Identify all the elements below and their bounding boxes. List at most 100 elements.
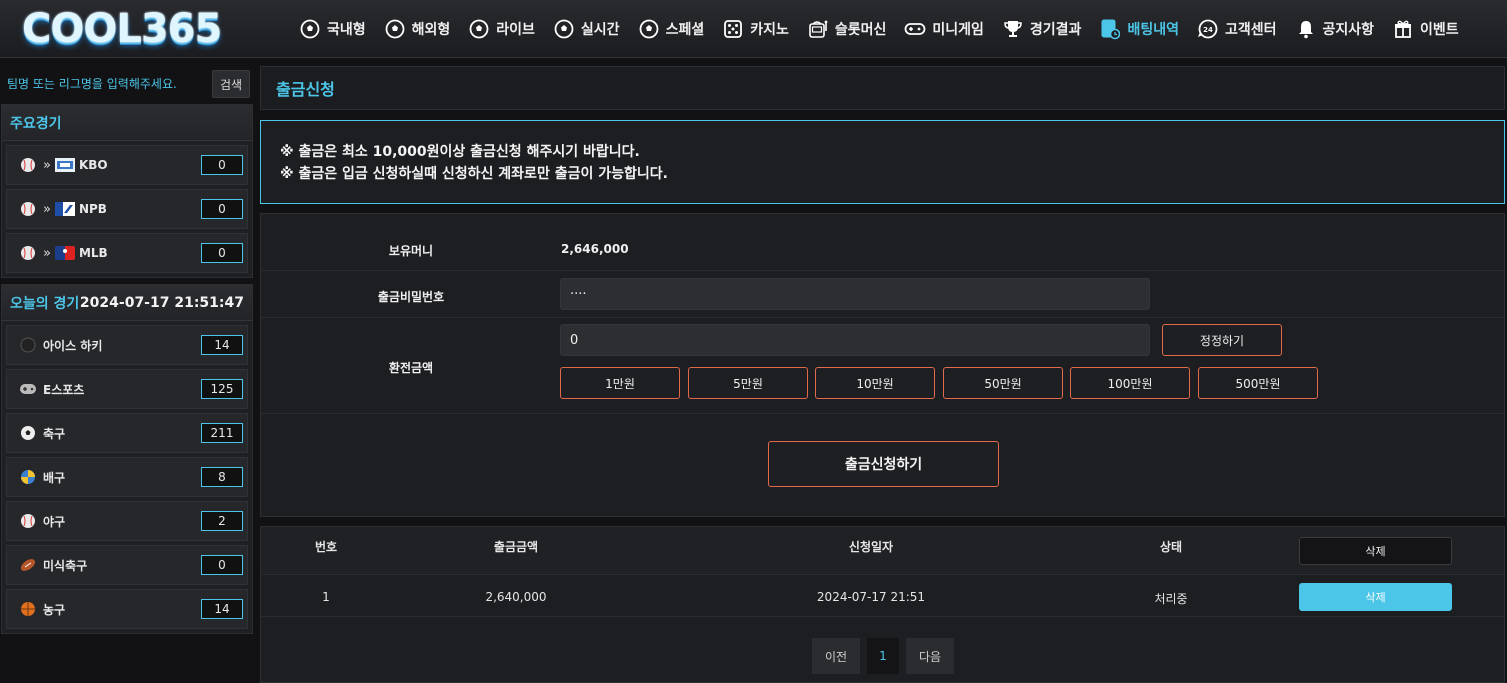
row-amount: 2,640,000 xyxy=(485,590,547,604)
team-search: 검색 xyxy=(0,66,254,102)
sport-name: 아이스 하키 xyxy=(43,338,103,353)
baseball-icon xyxy=(19,200,37,218)
table-row: 1 2,640,000 2024-07-17 21:51 처리중 삭제 xyxy=(261,575,1504,617)
baseball-icon xyxy=(19,156,37,174)
nav-results[interactable]: 경기결과 xyxy=(993,0,1091,58)
delete-row-button[interactable]: 삭제 xyxy=(1299,583,1452,611)
game-count-badge: 0 xyxy=(201,199,243,219)
sport-item-esports[interactable]: E스포츠 125 xyxy=(6,369,248,409)
featured-games-header: 주요경기 xyxy=(2,105,252,141)
nav-special[interactable]: 스페셜 xyxy=(629,0,714,58)
amount-row: 환전금액 정정하기 1만원 5만원 10만원 50만원 100만원 500만원 xyxy=(261,318,1504,414)
nav-support[interactable]: 24 고객센터 xyxy=(1188,0,1286,58)
search-button[interactable]: 검색 xyxy=(212,70,250,98)
quick-amount-100k-button[interactable]: 10만원 xyxy=(815,367,935,399)
slot-machine-icon xyxy=(807,18,829,40)
prev-page-button[interactable]: 이전 xyxy=(812,638,860,674)
withdraw-form: 보유머니 2,646,000 출금비밀번호 환전금액 정정하기 1만원 5만원 … xyxy=(260,213,1505,517)
nav-notice[interactable]: 공지사항 xyxy=(1286,0,1384,58)
bell-icon xyxy=(1295,18,1317,40)
today-games-header: 오늘의 경기 2024-07-17 21:51:47 xyxy=(2,285,252,321)
featured-item-npb[interactable]: » NPB 0 xyxy=(6,189,248,229)
page-title-bar: 출금신청 xyxy=(260,66,1505,110)
main-content: 출금신청 ※ 출금은 최소 10,000원이상 출금신청 해주시기 바랍니다. … xyxy=(260,66,1505,683)
notice-line: ※ 출금은 최소 10,000원이상 출금신청 해주시기 바랍니다. xyxy=(280,144,640,160)
sport-item-soccer[interactable]: 축구 211 xyxy=(6,413,248,453)
double-chevron-icon: » xyxy=(43,157,51,173)
page-title: 출금신청 xyxy=(276,80,335,99)
sport-name: 미식축구 xyxy=(43,558,88,573)
nav-betting-history[interactable]: 배팅내역 xyxy=(1090,0,1188,58)
row-status: 처리중 xyxy=(1154,592,1188,606)
balance-label: 보유머니 xyxy=(388,244,434,258)
double-chevron-icon: » xyxy=(43,201,51,217)
quick-amount-1m-button[interactable]: 100만원 xyxy=(1070,367,1190,399)
nav-minigame[interactable]: 미니게임 xyxy=(895,0,993,58)
withdraw-history-table: 번호 출금금액 신청일자 상태 삭제 1 2,640,000 2024-07-1… xyxy=(260,526,1505,683)
quick-amount-5m-button[interactable]: 500만원 xyxy=(1198,367,1318,399)
featured-item-kbo[interactable]: » KBO 0 xyxy=(6,145,248,185)
nav-live[interactable]: 라이브 xyxy=(459,0,544,58)
site-logo[interactable]: COOL365 xyxy=(22,6,222,52)
nav-label: 고객센터 xyxy=(1224,22,1277,38)
sport-item-basketball[interactable]: 농구 14 xyxy=(6,589,248,629)
current-page-button[interactable]: 1 xyxy=(867,638,899,674)
delete-all-button[interactable]: 삭제 xyxy=(1299,537,1452,565)
nav-label: 해외형 xyxy=(411,22,451,38)
soccer-ball-icon xyxy=(19,424,37,442)
soccer-ball-icon xyxy=(299,18,321,40)
withdraw-notice: ※ 출금은 최소 10,000원이상 출금신청 해주시기 바랍니다. ※ 출금은… xyxy=(260,120,1505,204)
nav-label: 실시간 xyxy=(580,22,620,38)
game-count-badge: 2 xyxy=(201,511,243,531)
featured-games-title: 주요경기 xyxy=(10,115,62,132)
featured-item-name: MLB xyxy=(78,246,108,260)
password-label: 출금비밀번호 xyxy=(377,290,445,304)
withdraw-password-input[interactable] xyxy=(560,278,1150,310)
today-games-title: 오늘의 경기 xyxy=(10,295,80,312)
sport-item-american-football[interactable]: 미식축구 0 xyxy=(6,545,248,585)
nav-event[interactable]: 이벤트 xyxy=(1383,0,1468,58)
featured-item-name: KBO xyxy=(78,158,108,172)
nav-slot[interactable]: 슬롯머신 xyxy=(798,0,896,58)
reset-amount-button[interactable]: 정정하기 xyxy=(1162,324,1282,356)
basketball-icon xyxy=(19,600,37,618)
game-count-badge: 0 xyxy=(201,243,243,263)
top-header: COOL365 국내형 해외형 라이브 실시간 스페셜 카지노 슬롯머신 미니게… xyxy=(0,0,1507,58)
nav-overseas[interactable]: 해외형 xyxy=(375,0,460,58)
balance-row: 보유머니 2,646,000 xyxy=(261,214,1504,271)
gamepad-icon xyxy=(904,18,926,40)
npb-logo-icon xyxy=(54,202,75,216)
baseball-icon xyxy=(19,512,37,530)
nav-casino[interactable]: 카지노 xyxy=(713,0,798,58)
gamepad-icon xyxy=(19,380,37,398)
sport-item-baseball[interactable]: 야구 2 xyxy=(6,501,248,541)
featured-item-mlb[interactable]: » MLB 0 xyxy=(6,233,248,273)
nav-realtime[interactable]: 실시간 xyxy=(544,0,629,58)
submit-withdraw-button[interactable]: 출금신청하기 xyxy=(768,441,999,487)
nav-domestic[interactable]: 국내형 xyxy=(290,0,375,58)
password-row: 출금비밀번호 xyxy=(261,271,1504,318)
today-games-panel: 오늘의 경기 2024-07-17 21:51:47 아이스 하키 14 E스포… xyxy=(1,284,253,634)
nav-label: 경기결과 xyxy=(1029,22,1082,38)
sport-item-hockey[interactable]: 아이스 하키 14 xyxy=(6,325,248,365)
sport-name: 야구 xyxy=(43,514,66,529)
team-search-input[interactable] xyxy=(7,70,212,98)
current-clock: 2024-07-17 21:51:47 xyxy=(79,294,244,311)
next-page-button[interactable]: 다음 xyxy=(906,638,954,674)
football-icon xyxy=(19,556,37,574)
quick-amount-10k-button[interactable]: 1만원 xyxy=(560,367,680,399)
game-count-badge: 125 xyxy=(201,379,243,399)
game-count-badge: 0 xyxy=(201,155,243,175)
quick-amount-50k-button[interactable]: 5만원 xyxy=(688,367,808,399)
nav-label: 배팅내역 xyxy=(1127,22,1179,38)
nav-label: 라이브 xyxy=(496,22,535,38)
quick-amount-500k-button[interactable]: 50만원 xyxy=(943,367,1063,399)
dice-icon xyxy=(722,18,744,40)
withdraw-amount-input[interactable] xyxy=(560,324,1150,356)
sport-name: 배구 xyxy=(43,470,66,485)
game-count-badge: 211 xyxy=(201,423,243,443)
sport-name: 축구 xyxy=(43,426,66,441)
nav-label: 카지노 xyxy=(750,22,789,38)
sport-item-volleyball[interactable]: 배구 8 xyxy=(6,457,248,497)
notice-line: ※ 출금은 입금 신청하실때 신청하신 계좌로만 출금이 가능합니다. xyxy=(280,166,668,182)
